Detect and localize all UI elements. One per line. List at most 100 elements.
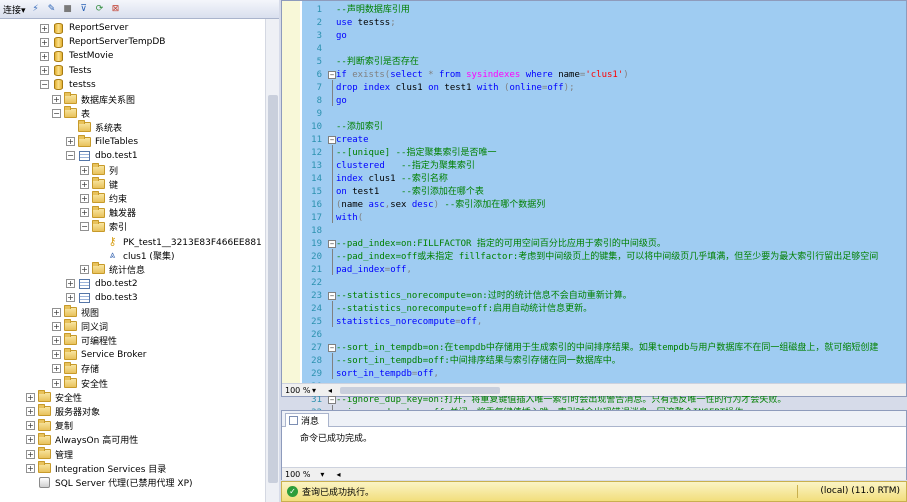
connect-icon[interactable]: ⚡ (30, 3, 42, 15)
expand-icon[interactable]: + (52, 378, 61, 388)
disconnect-icon[interactable]: ✎ (46, 3, 58, 15)
expand-icon[interactable]: + (52, 350, 61, 360)
expand-icon[interactable]: + (26, 463, 35, 473)
scroll-left-icon[interactable]: ◂ (336, 470, 340, 479)
code-token: sort_in_tempdb (336, 369, 412, 379)
tree-node[interactable]: + 统计信息 (80, 262, 145, 276)
scroll-left-icon[interactable]: ◂ (328, 386, 332, 395)
expand-icon[interactable]: + (26, 406, 35, 416)
tree-node-label: Tests (69, 65, 92, 76)
tree-node[interactable]: + 键 (80, 177, 118, 191)
stop-icon[interactable]: ■ (62, 3, 74, 15)
scrollbar-thumb[interactable] (340, 387, 500, 394)
expand-icon[interactable]: + (26, 421, 35, 431)
expand-icon[interactable]: + (40, 66, 49, 76)
expand-icon[interactable]: + (26, 392, 35, 402)
tree-node[interactable]: + 安全性 (52, 376, 108, 390)
tree-node[interactable]: + dbo.test3 (66, 291, 138, 305)
tree-node[interactable]: + 安全性 (26, 390, 82, 404)
tree-node[interactable]: + Service Broker (52, 347, 146, 362)
collapse-region-icon[interactable]: − (328, 240, 336, 248)
tree-node[interactable]: + 视图 (52, 305, 99, 319)
collapse-icon[interactable]: − (66, 151, 75, 161)
tree-node[interactable]: + 列 (80, 163, 118, 177)
tree-node[interactable]: + Integration Services 目录 (26, 461, 166, 475)
tree-node[interactable]: + 触发器 (80, 205, 136, 220)
folder-icon (38, 404, 51, 417)
expand-icon[interactable]: + (66, 293, 75, 303)
expand-icon[interactable]: + (52, 364, 61, 374)
collapse-icon[interactable]: − (52, 108, 61, 118)
tree-node[interactable]: + TestMovie (40, 49, 113, 63)
editor-zoom[interactable]: 100 % (282, 386, 312, 395)
expand-icon[interactable]: + (80, 165, 89, 175)
tree-node[interactable]: − 表 (52, 106, 90, 120)
collapse-icon[interactable]: − (80, 222, 89, 232)
tree-node[interactable]: SQL Server 代理(已禁用代理 XP) (26, 475, 193, 489)
tree-node[interactable]: ⚷ PK_test1__3213E83F466EE881 (唯一 (94, 234, 265, 248)
folder-icon (38, 390, 51, 403)
tree-node[interactable]: − testss (40, 78, 96, 92)
zoom-dropdown-icon[interactable]: ▾ (312, 386, 316, 395)
refresh-icon[interactable]: ⟳ (94, 3, 106, 15)
tree-node[interactable]: + 复制 (26, 418, 73, 433)
collapse-region-icon[interactable]: − (328, 396, 336, 404)
tree-node[interactable]: + FileTables (66, 134, 138, 149)
collapse-region-icon[interactable]: − (328, 292, 336, 300)
tab-messages[interactable]: 消息 (285, 413, 329, 427)
expand-icon[interactable]: + (40, 37, 49, 47)
collapse-region-icon[interactable]: − (328, 136, 336, 144)
code-text: --statistics_norecompute=off:启用自动统计信息更新。 (336, 303, 592, 316)
tree-node[interactable]: 系统表 (66, 120, 122, 134)
tree-node[interactable]: + 可编程性 (52, 333, 117, 347)
expand-icon[interactable]: + (26, 435, 35, 445)
expand-icon[interactable]: + (40, 23, 49, 33)
code-token: off (417, 369, 434, 379)
expand-icon[interactable]: + (40, 51, 49, 61)
tree-node[interactable]: − dbo.test1 (66, 149, 138, 163)
tree-node[interactable]: + 数据库关系图 (52, 92, 135, 106)
collapse-icon[interactable]: − (40, 80, 49, 90)
expand-icon[interactable]: + (66, 279, 75, 289)
zoom-dropdown-icon[interactable]: ▾ (320, 470, 324, 479)
code-token: --sort_in_tempdb=on:在tempdb中存储用于生成索引的中间排… (336, 343, 879, 353)
expand-icon[interactable]: + (80, 208, 89, 218)
expand-icon[interactable]: + (66, 137, 75, 147)
tree-node[interactable]: + 管理 (26, 447, 73, 461)
collapse-region-icon[interactable]: − (328, 71, 336, 79)
code-token: with (336, 213, 358, 223)
tree-node[interactable]: + 约束 (80, 191, 127, 205)
expand-icon[interactable]: + (26, 449, 35, 459)
line-number: 7 (316, 83, 322, 93)
activity-monitor-icon[interactable]: ⊠ (110, 3, 122, 15)
filter-icon[interactable]: ⊽ (78, 3, 90, 15)
server-info: (local) (11.0 RTM) (820, 486, 900, 496)
tree-node[interactable]: + ReportServer (40, 21, 128, 35)
tree-node[interactable]: ⩓ clus1 (聚集) (94, 248, 175, 262)
connect-button[interactable]: 连接▾ (3, 3, 26, 16)
messages-zoom[interactable]: 100 % (285, 470, 310, 479)
messages-horizontal-scrollbar[interactable]: 100 % ▾ ◂ (282, 467, 906, 480)
tree-node[interactable]: + Tests (40, 64, 91, 78)
tree-node[interactable]: + ReportServerTempDB (40, 35, 165, 49)
tree-node[interactable]: + 服务器对象 (26, 404, 100, 418)
tree-node[interactable]: + AlwaysOn 高可用性 (26, 432, 138, 447)
tree-node[interactable]: + 存储 (52, 361, 99, 376)
editor-horizontal-scrollbar[interactable]: 100 % ▾ ◂ (282, 383, 906, 396)
expand-icon[interactable]: + (52, 335, 61, 345)
tree-node[interactable]: + 同义词 (52, 319, 108, 333)
expand-icon[interactable]: + (52, 307, 61, 317)
expand-icon[interactable]: + (52, 321, 61, 331)
object-explorer-scrollbar[interactable] (265, 19, 279, 502)
expand-icon[interactable]: + (52, 94, 61, 104)
collapse-region-icon[interactable]: − (328, 344, 336, 352)
expand-icon[interactable]: + (80, 179, 89, 189)
folder-icon (64, 347, 77, 360)
tree-node[interactable]: + dbo.test2 (66, 277, 138, 291)
query-editor[interactable]: 1 --声明数据库引用 2 use testss; 3 go 4 5 --判断索引是否存在 6− i… (281, 0, 907, 431)
expand-icon[interactable]: + (80, 264, 89, 274)
scrollbar-thumb[interactable] (268, 95, 278, 483)
code-token: --指定为聚集索引 (401, 161, 475, 171)
expand-icon[interactable]: + (80, 193, 89, 203)
tree-node[interactable]: − 索引 (80, 219, 127, 234)
